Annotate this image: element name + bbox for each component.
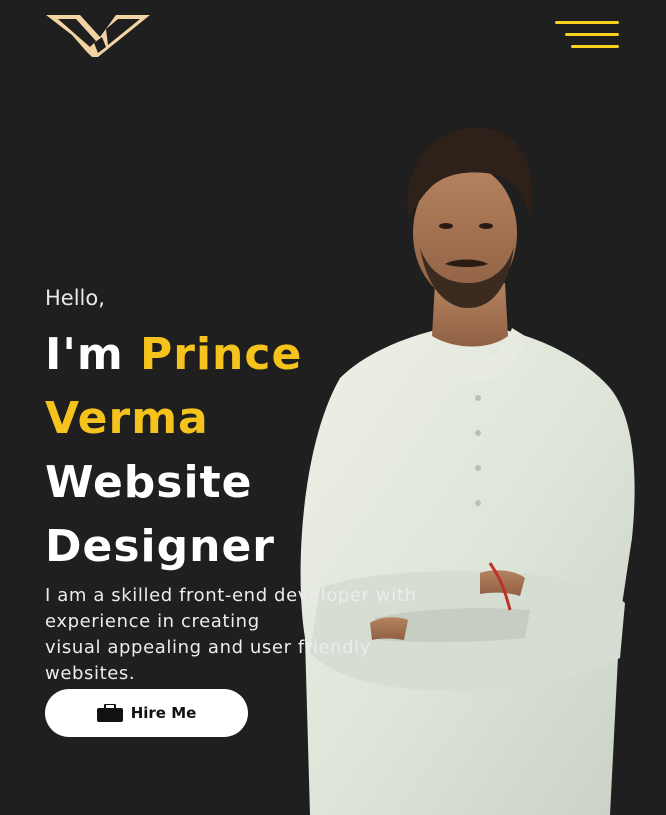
bio-line: visual appealing and user friendly: [45, 637, 372, 658]
heading-line-1: I'm Prince: [45, 323, 645, 387]
portfolio-page: Hello, I'm Prince Verma Website Designer…: [0, 0, 666, 815]
hero-heading: I'm Prince Verma Website Designer: [45, 323, 645, 579]
bio-text: I am a skilled front-end developer with …: [45, 583, 645, 687]
bio-line: I am a skilled front-end developer with: [45, 585, 417, 606]
last-name: Verma: [45, 393, 209, 444]
hire-me-button[interactable]: Hire Me: [45, 689, 248, 737]
intro-text: I'm: [45, 329, 124, 380]
menu-line: [571, 45, 619, 48]
greeting-text: Hello,: [45, 286, 105, 310]
menu-button[interactable]: [553, 18, 621, 54]
logo-icon[interactable]: [46, 13, 150, 59]
bio-line: websites.: [45, 663, 136, 684]
hire-me-label: Hire Me: [130, 704, 197, 722]
role-line-2: Designer: [45, 521, 275, 572]
menu-line: [565, 33, 619, 36]
menu-line: [555, 21, 619, 24]
hero-section: Hello, I'm Prince Verma Website Designer…: [45, 283, 645, 687]
first-name: Prince: [140, 329, 303, 380]
role-line-1: Website: [45, 457, 253, 508]
bio-line: experience in creating: [45, 611, 260, 632]
briefcase-icon: [96, 704, 123, 722]
